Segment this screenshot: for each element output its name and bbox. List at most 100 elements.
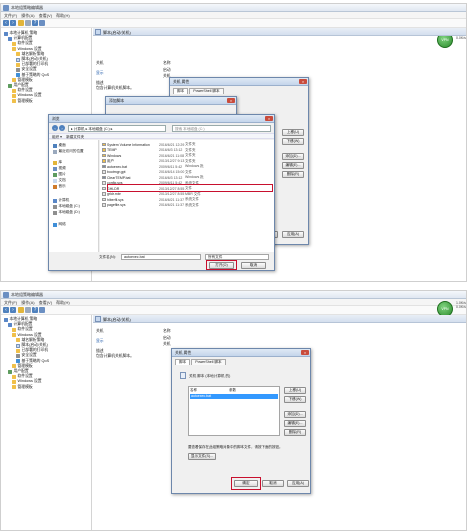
tab-scripts[interactable]: 脚本 [175,359,191,365]
list-item-shutdown[interactable]: 关机 [163,342,171,347]
picture-icon [53,172,57,177]
browse-cancel-button[interactable]: 取消 [241,262,266,269]
nav-item[interactable]: 图片 [53,172,66,177]
tab-powershell[interactable]: PowerShell 脚本 [189,88,224,94]
console-icon[interactable] [39,307,45,313]
file-row[interactable]: hiberfil.sys 2016/6/21 11:37 系统文件 [102,197,272,202]
file-row[interactable]: autoexec.bat 2009/6/11 5:42 Windows 批 [102,164,272,169]
file-row[interactable]: bootmgr.gpt 2016/6/14 15:00 文件 [102,170,272,175]
file-row[interactable]: TEMP 2016/6/3 13:12 文件夹 [102,148,272,153]
nav-item[interactable]: 视频 [53,166,66,171]
remove-button[interactable]: 删除(R) [282,171,304,178]
nav-item[interactable]: 音乐 [53,184,66,189]
file-name: Windows [107,153,122,158]
show-files-button[interactable]: 显示文件(S)... [188,453,216,460]
column-name-header[interactable]: 名称 [163,61,171,66]
column-name-header[interactable]: 名称 [163,329,171,334]
nav-item[interactable]: 桌面 [53,143,66,148]
nav-item-label: 视频 [58,166,66,170]
folder-icon [12,41,16,46]
edit-button[interactable]: 编辑(E)... [282,162,304,169]
nav-item[interactable]: 本地磁盘 (C:) [53,204,80,209]
file-row[interactable]: grldr.mbr 2013/12/27 8:55 MBR 文件 [102,192,272,197]
file-date: 2016/6/3 13:12 [159,148,183,152]
nav-item[interactable]: 最近访问的位置 [53,149,84,154]
ok-button-highlight [231,477,261,490]
folder-icon [12,78,16,83]
network-speed: 1.0K/s 0.0K/s [456,301,466,309]
file-date: 2016/6/14 15:00 [159,170,185,174]
file-row[interactable]: ClearTEMP.bat 2016/6/3 13:12 Windows 批 [102,175,272,180]
window-titlebar: 本地组策略编辑器 [1,4,466,12]
tab-scripts[interactable]: 脚本 [173,88,189,94]
list-item-startup[interactable]: 启动 [163,336,171,341]
nav-item[interactable]: 本地磁盘 (D:) [53,210,80,215]
close-icon[interactable]: × [265,116,273,121]
add-button[interactable]: 添加(D)... [282,153,304,160]
move-up-button[interactable]: 上移(U) [282,129,304,136]
tab-powershell[interactable]: PowerShell 脚本 [191,359,226,365]
back-icon[interactable]: ‹ [52,125,58,131]
list-item-startup[interactable]: 启动 [163,68,171,73]
properties-icon[interactable] [25,307,31,313]
gear-icon [16,353,20,358]
show-properties-link[interactable]: 显示 [96,339,104,344]
script-row[interactable]: autoexec.bat [190,394,278,399]
details-header: 脚本(启动/关机) [93,28,466,36]
description-text: 包含计算机关机脚本。 [96,86,134,90]
toolbar: ‹ › ? [1,306,466,315]
forward-icon[interactable]: › [10,307,16,313]
close-icon[interactable]: × [227,98,235,103]
forward-icon[interactable]: › [59,125,65,131]
remove-button[interactable]: 删除(R) [284,429,306,436]
new-folder-button[interactable]: 新建文件夹 [66,135,84,139]
filename-input[interactable]: autoexec.bat [121,254,201,260]
folder-icon [12,385,16,390]
help-icon[interactable]: ? [32,307,38,313]
help-icon[interactable]: ? [32,20,38,26]
browse-title: 浏览 [52,117,60,121]
tree-item[interactable]: 管理模板 [12,385,33,390]
cancel-button[interactable]: 取消 [262,480,284,487]
folder-up-icon[interactable] [18,20,24,26]
nav-item[interactable]: 网络 [53,222,66,227]
nav-item[interactable]: 库 [53,160,62,165]
file-row[interactable]: Windows 2016/6/21 11:08 文件夹 [102,153,272,158]
move-down-button[interactable]: 下移(W) [284,396,306,403]
open-button-highlight [206,260,237,270]
window-title: 本地组策略编辑器 [11,292,43,297]
file-row[interactable]: 用户 2013/12/27 9:13 文件夹 [102,159,272,164]
move-down-button[interactable]: 下移(W) [282,138,304,145]
nav-item[interactable]: 计算机 [53,198,69,203]
apply-button[interactable]: 应用(A) [282,231,304,238]
music-icon [53,184,57,189]
close-icon[interactable]: × [301,350,309,355]
nav-item[interactable]: 文档 [53,178,66,183]
script-icon [16,343,20,348]
column-name[interactable]: 名称 [190,388,197,393]
navigation-pane: 桌面 最近访问的位置库视频图片文档 音乐计算机 本地磁盘 (C:) 本地磁盘 (D:) 网… [49,140,99,252]
nav-item-label: 图片 [58,172,66,176]
add-button[interactable]: 添加(D)... [284,411,306,418]
toolbar: ‹ › ? [1,19,466,28]
back-icon[interactable]: ‹ [3,307,9,313]
console-icon[interactable] [39,20,45,26]
tree-item[interactable]: 管理模板 [12,99,33,104]
organize-button[interactable]: 组织 ▾ [52,135,62,139]
move-up-button[interactable]: 上移(U) [284,387,306,394]
file-row[interactable]: System Volume Information 2016/6/21 12:29… [102,142,272,147]
folder-up-icon[interactable] [18,307,24,313]
drive-icon [53,204,57,209]
close-icon[interactable]: × [299,79,307,84]
forward-icon[interactable]: › [10,20,16,26]
properties-icon[interactable] [25,20,31,26]
folder-icon [12,333,16,338]
search-input[interactable]: 搜索 本地磁盘 (C:) [172,125,271,132]
column-params[interactable]: 参数 [229,388,236,393]
file-row[interactable]: pagefile.sys 2016/6/21 11:37 系统文件 [102,203,272,208]
show-properties-link[interactable]: 显示 [96,71,104,76]
back-icon[interactable]: ‹ [3,20,9,26]
apply-button[interactable]: 应用(A) [287,480,309,487]
edit-button[interactable]: 编辑(E)... [284,420,306,427]
path-input[interactable]: ▸ 计算机 ▸ 本地磁盘 (C:) ▸ [68,125,166,132]
